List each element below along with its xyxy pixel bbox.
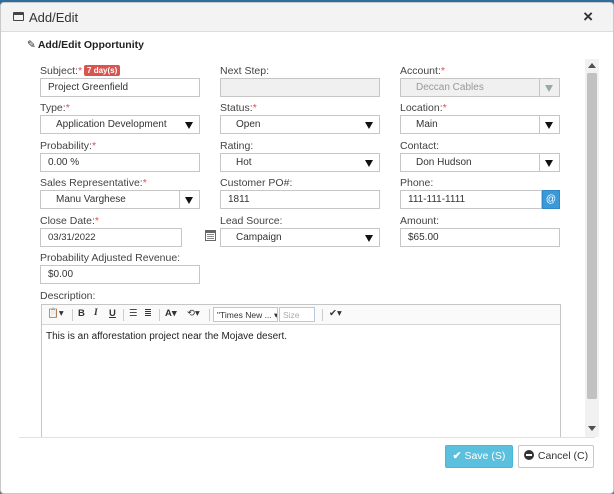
days-badge: 7 day(s) [84, 65, 121, 76]
next-step-input[interactable] [220, 78, 380, 97]
sales-rep-select[interactable]: Manu Varghese [40, 190, 200, 209]
paste-icon[interactable]: 📋▾ [47, 308, 64, 319]
close-date-input[interactable]: 03/31/2022 [40, 228, 182, 247]
underline-button[interactable]: U [109, 308, 116, 319]
font-size-select[interactable]: Size [279, 307, 315, 322]
chevron-down-icon [185, 197, 193, 204]
account-label: Account:* [400, 65, 445, 77]
contact-label: Contact: [400, 140, 440, 152]
next-step-label: Next Step: [220, 65, 270, 77]
close-date-label: Close Date:* [40, 215, 99, 227]
add-edit-dialog: Add/Edit × ✎ Add/Edit Opportunity Subject… [0, 2, 614, 494]
scroll-up-icon[interactable] [588, 63, 596, 68]
phone-email-button[interactable]: @ [542, 190, 560, 209]
chevron-down-icon [545, 160, 553, 167]
dialog-titlebar: Add/Edit × [1, 3, 613, 32]
chevron-down-icon [545, 122, 553, 129]
type-label: Type:* [40, 102, 70, 114]
scroll-down-icon[interactable] [588, 426, 596, 431]
cancel-button[interactable]: Cancel (C) [518, 445, 594, 468]
font-color-button[interactable]: A▾ [165, 308, 177, 319]
rating-label: Rating: [220, 140, 254, 152]
window-icon [13, 12, 24, 21]
pencil-icon: ✎ [27, 39, 36, 51]
status-select[interactable]: Open [220, 115, 380, 134]
lead-source-select[interactable]: Campaign [220, 228, 380, 247]
italic-button[interactable]: I [94, 308, 98, 318]
prob-adj-revenue-input[interactable]: $0.00 [40, 265, 200, 284]
phone-label: Phone: [400, 177, 434, 189]
subject-label: Subject:* 7 day(s) [40, 65, 121, 77]
sales-rep-label: Sales Representative:* [40, 177, 147, 189]
dialog-title: Add/Edit [29, 10, 79, 25]
section-title-text: Add/Edit Opportunity [37, 39, 144, 51]
chevron-down-icon [365, 160, 373, 167]
close-icon[interactable]: × [583, 7, 593, 27]
save-button[interactable]: ✔ Save (S) [445, 445, 513, 468]
bullet-list-icon[interactable]: ☰ [129, 308, 138, 319]
spellcheck-icon[interactable]: ✔▾ [329, 308, 342, 319]
chevron-down-icon [185, 122, 193, 129]
rating-select[interactable]: Hot [220, 153, 380, 172]
description-editor[interactable]: 📋▾ B I U ☰ ≣ A▾ ⟲▾ "Times New ... ▾ Size… [41, 304, 561, 437]
editor-toolbar: 📋▾ B I U ☰ ≣ A▾ ⟲▾ "Times New ... ▾ Size… [42, 305, 560, 325]
phone-input[interactable]: 111-111-1111 [400, 190, 542, 209]
subject-input[interactable]: Project Greenfield [40, 78, 200, 97]
description-label: Description: [40, 290, 96, 302]
minus-circle-icon [523, 450, 534, 460]
contact-select[interactable]: Don Hudson [400, 153, 560, 172]
status-label: Status:* [220, 102, 257, 114]
account-select[interactable]: Deccan Cables [400, 78, 560, 97]
customer-po-input[interactable]: 1811 [220, 190, 380, 209]
footer-divider [19, 437, 595, 438]
chevron-down-icon [545, 85, 553, 92]
customer-po-label: Customer PO#: [220, 177, 293, 189]
description-text[interactable]: This is an afforestation project near th… [46, 331, 287, 342]
type-select[interactable]: Application Development [40, 115, 200, 134]
font-name-select[interactable]: "Times New ... ▾ [213, 307, 278, 322]
scroll-thumb[interactable] [587, 73, 597, 399]
amount-label: Amount: [400, 215, 440, 227]
amount-input[interactable]: $65.00 [400, 228, 560, 247]
chevron-down-icon [365, 235, 373, 242]
numbered-list-icon[interactable]: ≣ [144, 308, 152, 319]
calendar-icon[interactable] [205, 230, 216, 241]
save-label: Save (S) [464, 450, 506, 462]
probability-label: Probability:* [40, 140, 97, 152]
cancel-label: Cancel (C) [537, 450, 589, 462]
lead-source-label: Lead Source: [220, 215, 283, 227]
bold-button[interactable]: B [78, 308, 85, 319]
location-select[interactable]: Main [400, 115, 560, 134]
chevron-down-icon [365, 122, 373, 129]
section-title: ✎ Add/Edit Opportunity [27, 39, 144, 51]
form-content: Subject:* 7 day(s) Project Greenfield Nex… [19, 55, 595, 437]
location-label: Location:* [400, 102, 447, 114]
form-scrollbar[interactable] [585, 59, 599, 437]
highlight-icon[interactable]: ⟲▾ [187, 308, 200, 319]
check-icon: ✔ [452, 450, 462, 462]
prob-adj-revenue-label: Probability Adjusted Revenue: [40, 252, 181, 264]
probability-input[interactable]: 0.00 % [40, 153, 200, 172]
